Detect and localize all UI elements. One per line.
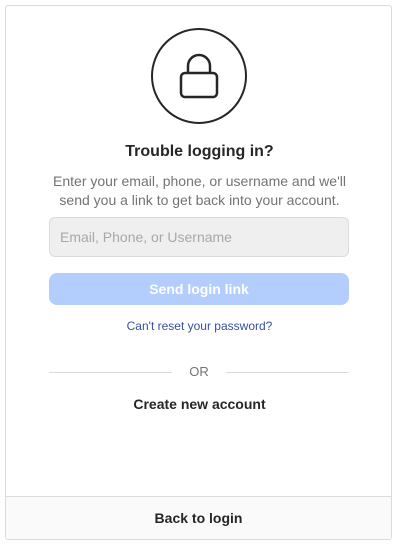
lock-icon bbox=[179, 53, 219, 99]
create-new-account-link[interactable]: Create new account bbox=[6, 396, 391, 412]
page-title: Trouble logging in? bbox=[125, 143, 274, 160]
instructions-text: Enter your email, phone, or username and… bbox=[53, 173, 346, 208]
lock-badge bbox=[151, 28, 247, 124]
back-to-login-button[interactable]: Back to login bbox=[6, 496, 391, 539]
divider-line-right bbox=[226, 372, 349, 373]
or-divider: OR bbox=[49, 364, 349, 380]
identifier-input[interactable] bbox=[49, 217, 349, 257]
cant-reset-password-link[interactable]: Can't reset your password? bbox=[6, 319, 391, 333]
password-reset-card: Trouble logging in? Enter your email, ph… bbox=[5, 5, 392, 540]
send-login-link-button[interactable]: Send login link bbox=[49, 273, 349, 305]
